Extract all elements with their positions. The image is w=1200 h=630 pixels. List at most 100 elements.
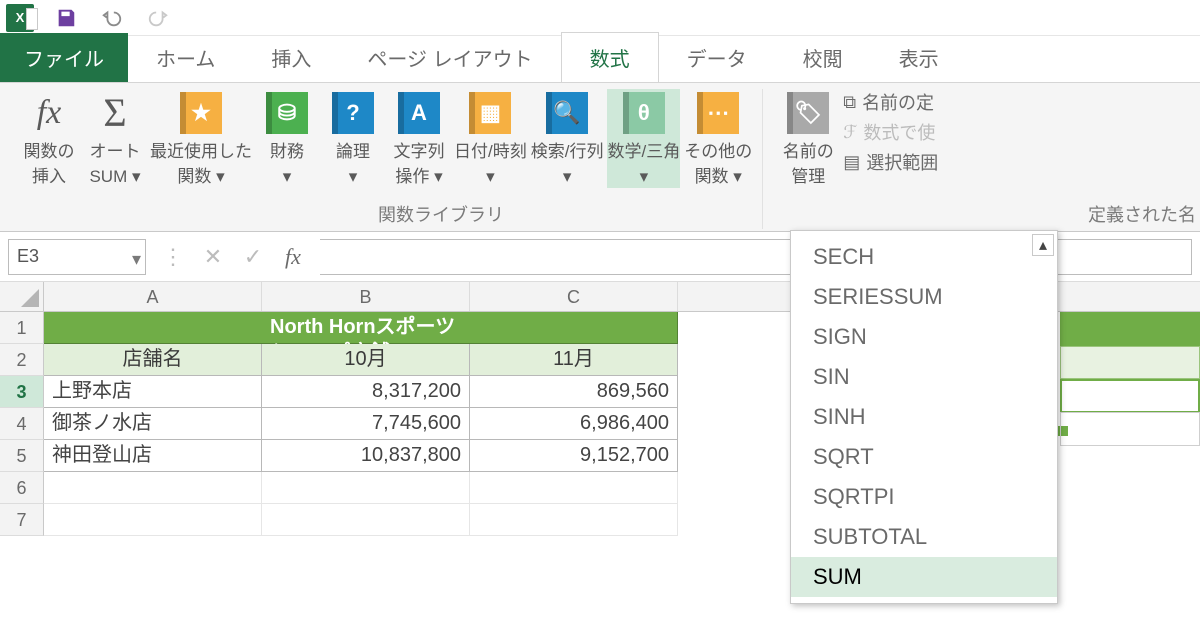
active-cell-outline[interactable] <box>1060 379 1200 413</box>
data-cell[interactable]: 6,986,400 <box>470 408 678 440</box>
fx-icon[interactable]: fx <box>276 240 310 274</box>
insert-function-label1: 関数の <box>24 141 75 162</box>
create-from-selection-button[interactable]: ▤ 選択範囲 <box>843 149 938 175</box>
tab-insert[interactable]: 挿入 <box>243 33 339 82</box>
row-header[interactable]: 3 <box>0 376 44 408</box>
logical-button[interactable]: ? 論理 ▾ <box>322 89 384 188</box>
row-header[interactable]: 4 <box>0 408 44 440</box>
list-item[interactable]: SQRTPI <box>791 477 1057 517</box>
redo-icon[interactable] <box>144 4 172 32</box>
text-label1: 文字列 <box>394 141 445 162</box>
use-in-formula-label: 数式で使 <box>863 119 935 145</box>
insert-function-label2: 挿入 <box>32 166 66 187</box>
more-functions-button[interactable]: ⋯ その他の 関数 ▾ <box>684 89 752 188</box>
select-all-triangle[interactable] <box>0 282 44 311</box>
empty-cell[interactable] <box>470 472 678 504</box>
empty-cell[interactable] <box>262 472 470 504</box>
text-button[interactable]: A 文字列 操作 ▾ <box>388 89 450 188</box>
financial-button[interactable]: ⛁ 財務 ▾ <box>256 89 318 188</box>
tab-page-layout[interactable]: ページ レイアウト <box>339 33 560 82</box>
col-header-C[interactable]: C <box>470 282 678 311</box>
list-item[interactable]: SUM <box>791 557 1057 597</box>
datetime-button[interactable]: ▦ 日付/時刻 ▾ <box>454 89 527 188</box>
tag-icon: 🏷 <box>787 92 829 134</box>
logical-label: 論理 <box>336 141 370 162</box>
header-cell[interactable]: 店舗名 <box>44 344 262 376</box>
data-cell[interactable]: 869,560 <box>470 376 678 408</box>
namemgr-label2: 管理 <box>791 166 825 187</box>
data-cell[interactable]: 9,152,700 <box>470 440 678 472</box>
enter-icon[interactable]: ✓ <box>236 240 270 274</box>
list-item[interactable]: SECH <box>791 237 1057 277</box>
chevron-down-icon[interactable]: ▾ <box>132 249 141 270</box>
cancel-icon[interactable]: ✕ <box>196 240 230 274</box>
autosum-label1: オート <box>90 141 141 162</box>
formula-sep-icon: ⋮ <box>156 240 190 274</box>
tab-formulas[interactable]: 数式 <box>561 32 659 82</box>
data-cell[interactable]: 8,317,200 <box>262 376 470 408</box>
tab-home[interactable]: ホーム <box>128 33 243 82</box>
dropdown-mark: ▾ <box>349 166 358 187</box>
define-name-label: 名前の定 <box>862 89 934 115</box>
save-icon[interactable] <box>52 4 80 32</box>
formula-bar-input[interactable] <box>320 239 1192 275</box>
ribbon-tabs: ファイル ホーム 挿入 ページ レイアウト 数式 データ 校閲 表示 <box>0 36 1200 82</box>
autosum-label2: SUM ▾ <box>89 166 140 187</box>
list-item[interactable]: SUBTOTAL <box>791 517 1057 557</box>
star-icon: ★ <box>180 92 222 134</box>
list-item[interactable]: SIGN <box>791 317 1057 357</box>
data-cell[interactable]: 10,837,800 <box>262 440 470 472</box>
row-header[interactable]: 1 <box>0 312 44 344</box>
header-cell[interactable]: 11月 <box>470 344 678 376</box>
name-manager-button[interactable]: 🏷 名前の 管理 <box>777 89 839 188</box>
col-header-A[interactable]: A <box>44 282 262 311</box>
autosum-button[interactable]: Σ オート SUM ▾ <box>84 89 146 188</box>
data-cell[interactable]: 神田登山店 <box>44 440 262 472</box>
define-name-button[interactable]: ⧉ 名前の定 <box>843 89 938 115</box>
ellipsis-icon: ⋯ <box>697 92 739 134</box>
name-box[interactable]: E3 ▾ <box>8 239 146 275</box>
recent-functions-button[interactable]: ★ 最近使用した 関数 ▾ <box>150 89 252 188</box>
row-header[interactable]: 2 <box>0 344 44 376</box>
row-header[interactable]: 7 <box>0 504 44 536</box>
data-cell[interactable]: 7,745,600 <box>262 408 470 440</box>
far-cell[interactable] <box>1060 412 1200 446</box>
undo-icon[interactable] <box>98 4 126 32</box>
header-cell[interactable]: 10月 <box>262 344 470 376</box>
use-in-formula-button[interactable]: ℱ 数式で使 <box>843 119 938 145</box>
data-cell[interactable]: 上野本店 <box>44 376 262 408</box>
math-trig-button[interactable]: θ 数学/三角 ▾ <box>607 89 680 188</box>
empty-cell[interactable] <box>44 504 262 536</box>
far-header-cell[interactable] <box>1060 346 1200 379</box>
dropdown-mark: ▾ <box>283 166 292 187</box>
recent-label1: 最近使用した <box>150 141 252 162</box>
name-box-value: E3 <box>17 246 39 267</box>
lookup-button[interactable]: 🔍 検索/行列 ▾ <box>531 89 604 188</box>
row-header[interactable]: 5 <box>0 440 44 472</box>
ribbon-group-library-label: 関数ライブラリ <box>378 201 504 227</box>
insert-function-button[interactable]: fx 関数の 挿入 <box>18 89 80 188</box>
tab-review[interactable]: 校閲 <box>775 33 871 82</box>
list-item[interactable]: SIN <box>791 357 1057 397</box>
text-label2: 操作 ▾ <box>395 166 442 187</box>
title-cell[interactable] <box>44 312 262 344</box>
list-item[interactable]: SINH <box>791 397 1057 437</box>
datetime-label: 日付/時刻 <box>454 141 527 162</box>
dropdown-mark: ▾ <box>563 166 572 187</box>
empty-cell[interactable] <box>44 472 262 504</box>
empty-cell[interactable] <box>262 504 470 536</box>
lookup-label: 検索/行列 <box>531 141 604 162</box>
list-item[interactable]: SQRT <box>791 437 1057 477</box>
tab-file[interactable]: ファイル <box>0 33 128 82</box>
data-cell[interactable]: 御茶ノ水店 <box>44 408 262 440</box>
dropdown-mark: ▾ <box>486 166 495 187</box>
tab-view[interactable]: 表示 <box>871 33 967 82</box>
title-cell[interactable] <box>470 312 678 344</box>
col-header-B[interactable]: B <box>262 282 470 311</box>
list-item[interactable]: SERIESSUM <box>791 277 1057 317</box>
empty-cell[interactable] <box>470 504 678 536</box>
scroll-up-icon[interactable]: ▴ <box>1032 234 1054 256</box>
row-header[interactable]: 6 <box>0 472 44 504</box>
title-cell[interactable]: North Hornスポーツショップ店舗 <box>262 312 470 344</box>
tab-data[interactable]: データ <box>659 33 775 82</box>
